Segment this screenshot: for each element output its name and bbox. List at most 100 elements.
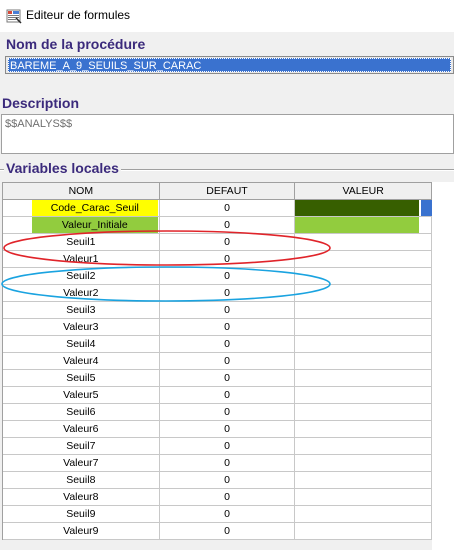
grid-empty-area bbox=[432, 182, 454, 550]
cell-defaut[interactable]: 0 bbox=[159, 353, 296, 370]
table-row[interactable]: Seuil3 0 bbox=[3, 302, 433, 319]
table-row[interactable]: Seuil7 0 bbox=[3, 438, 433, 455]
table-row[interactable]: Valeur_Initiale 0 bbox=[3, 217, 433, 234]
table-row[interactable]: Seuil6 0 bbox=[3, 404, 433, 421]
cell-nom-text: Code_Carac_Seuil bbox=[31, 200, 158, 216]
variables-label: Variables locales bbox=[4, 160, 121, 176]
grid-header: NOM DEFAUT VALEUR bbox=[3, 183, 433, 200]
table-row[interactable]: Seuil1 0 bbox=[3, 234, 433, 251]
cell-nom[interactable]: Seuil2 bbox=[3, 268, 160, 285]
cell-defaut[interactable]: 0 bbox=[159, 472, 296, 489]
cell-defaut[interactable]: 0 bbox=[159, 319, 296, 336]
cell-defaut[interactable]: 0 bbox=[159, 285, 296, 302]
cell-nom[interactable]: Valeur2 bbox=[3, 285, 160, 302]
cell-nom[interactable]: Valeur_Initiale bbox=[3, 217, 160, 234]
cell-defaut[interactable]: 0 bbox=[159, 251, 296, 268]
procedure-name-value[interactable]: BAREME_A_9_SEUILS_SUR_CARAC bbox=[8, 58, 451, 72]
title-bar: Editeur de formules bbox=[0, 0, 454, 32]
description-label: Description bbox=[2, 95, 80, 111]
cell-defaut[interactable]: 0 bbox=[159, 438, 296, 455]
cell-defaut[interactable]: 0 bbox=[159, 506, 296, 523]
cell-nom[interactable]: Seuil3 bbox=[3, 302, 160, 319]
table-row[interactable]: Valeur1 0 bbox=[3, 251, 433, 268]
cell-defaut[interactable]: 0 bbox=[159, 404, 296, 421]
table-row[interactable]: Seuil9 0 bbox=[3, 506, 433, 523]
cell-nom[interactable]: Valeur5 bbox=[3, 387, 160, 404]
table-row[interactable]: Valeur6 0 bbox=[3, 421, 433, 438]
cell-nom[interactable]: Valeur9 bbox=[3, 523, 160, 540]
variables-grid[interactable]: NOM DEFAUT VALEUR Code_Carac_Seuil 0 Valeu… bbox=[2, 182, 433, 540]
cell-defaut[interactable]: 0 bbox=[159, 217, 296, 234]
column-header-nom[interactable]: NOM bbox=[3, 183, 160, 200]
cell-nom[interactable]: Seuil9 bbox=[3, 506, 160, 523]
cell-valeur[interactable] bbox=[295, 506, 433, 523]
cell-valeur[interactable] bbox=[295, 217, 433, 234]
procedure-name-label: Nom de la procédure bbox=[6, 36, 146, 52]
cell-nom[interactable]: Valeur7 bbox=[3, 455, 160, 472]
grid-body: Code_Carac_Seuil 0 Valeur_Initiale 0 Seuil1 0… bbox=[3, 200, 433, 540]
description-field[interactable]: $$ANALYS$$ bbox=[1, 114, 454, 154]
table-row[interactable]: Valeur9 0 bbox=[3, 523, 433, 540]
cell-defaut[interactable]: 0 bbox=[159, 336, 296, 353]
cell-valeur-text bbox=[295, 217, 420, 233]
table-row[interactable]: Valeur3 0 bbox=[3, 319, 433, 336]
cell-valeur[interactable] bbox=[295, 455, 433, 472]
cell-nom[interactable]: Valeur1 bbox=[3, 251, 160, 268]
formula-editor-icon bbox=[6, 9, 22, 24]
column-header-valeur[interactable]: VALEUR bbox=[295, 183, 433, 200]
cell-valeur[interactable] bbox=[295, 268, 433, 285]
cell-defaut[interactable]: 0 bbox=[159, 455, 296, 472]
cell-defaut[interactable]: 0 bbox=[159, 387, 296, 404]
window-title: Editeur de formules bbox=[26, 8, 131, 22]
cell-defaut[interactable]: 0 bbox=[159, 370, 296, 387]
cell-nom[interactable]: Seuil5 bbox=[3, 370, 160, 387]
cell-valeur[interactable] bbox=[295, 387, 433, 404]
cell-nom[interactable]: Seuil8 bbox=[3, 472, 160, 489]
cell-valeur[interactable] bbox=[295, 336, 433, 353]
table-row[interactable]: Valeur7 0 bbox=[3, 455, 433, 472]
cell-valeur[interactable] bbox=[295, 200, 433, 217]
cell-nom[interactable]: Seuil7 bbox=[3, 438, 160, 455]
cell-valeur[interactable] bbox=[295, 319, 433, 336]
cell-nom[interactable]: Valeur4 bbox=[3, 353, 160, 370]
cell-defaut[interactable]: 0 bbox=[159, 302, 296, 319]
table-row[interactable]: Code_Carac_Seuil 0 bbox=[3, 200, 433, 217]
table-row[interactable]: Seuil5 0 bbox=[3, 370, 433, 387]
cell-nom[interactable]: Valeur8 bbox=[3, 489, 160, 506]
cell-valeur[interactable] bbox=[295, 234, 433, 251]
cell-valeur[interactable] bbox=[295, 438, 433, 455]
cell-defaut[interactable]: 0 bbox=[159, 489, 296, 506]
cell-defaut[interactable]: 0 bbox=[159, 421, 296, 438]
cell-nom[interactable]: Valeur3 bbox=[3, 319, 160, 336]
selection-edge bbox=[421, 200, 432, 216]
cell-nom[interactable]: Seuil1 bbox=[3, 234, 160, 251]
cell-defaut[interactable]: 0 bbox=[159, 268, 296, 285]
cell-nom[interactable]: Seuil6 bbox=[3, 404, 160, 421]
cell-valeur[interactable] bbox=[295, 251, 433, 268]
cell-valeur[interactable] bbox=[295, 353, 433, 370]
cell-valeur[interactable] bbox=[295, 421, 433, 438]
table-row[interactable]: Valeur2 0 bbox=[3, 285, 433, 302]
cell-defaut[interactable]: 0 bbox=[159, 234, 296, 251]
cell-valeur[interactable] bbox=[295, 523, 433, 540]
table-row[interactable]: Valeur4 0 bbox=[3, 353, 433, 370]
cell-valeur-text bbox=[295, 200, 420, 216]
cell-valeur[interactable] bbox=[295, 285, 433, 302]
cell-nom[interactable]: Seuil4 bbox=[3, 336, 160, 353]
cell-defaut[interactable]: 0 bbox=[159, 523, 296, 540]
table-row[interactable]: Seuil2 0 bbox=[3, 268, 433, 285]
cell-valeur[interactable] bbox=[295, 472, 433, 489]
cell-valeur[interactable] bbox=[295, 370, 433, 387]
table-row[interactable]: Seuil8 0 bbox=[3, 472, 433, 489]
cell-defaut[interactable]: 0 bbox=[159, 200, 296, 217]
table-row[interactable]: Valeur8 0 bbox=[3, 489, 433, 506]
cell-valeur[interactable] bbox=[295, 302, 433, 319]
table-row[interactable]: Valeur5 0 bbox=[3, 387, 433, 404]
cell-valeur[interactable] bbox=[295, 489, 433, 506]
cell-nom[interactable]: Code_Carac_Seuil bbox=[3, 200, 160, 217]
column-header-defaut[interactable]: DEFAUT bbox=[159, 183, 296, 200]
procedure-name-field[interactable]: BAREME_A_9_SEUILS_SUR_CARAC bbox=[5, 56, 454, 74]
cell-nom[interactable]: Valeur6 bbox=[3, 421, 160, 438]
cell-valeur[interactable] bbox=[295, 404, 433, 421]
table-row[interactable]: Seuil4 0 bbox=[3, 336, 433, 353]
